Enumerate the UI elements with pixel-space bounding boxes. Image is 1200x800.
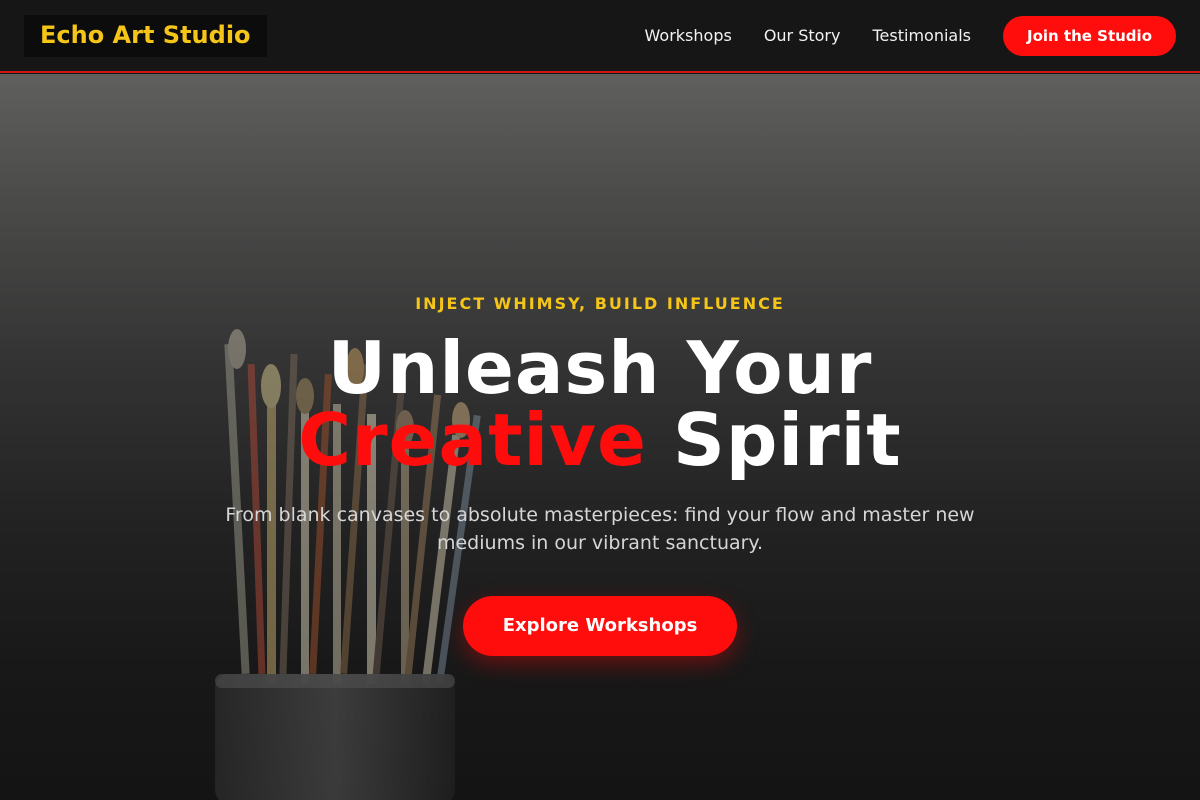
hero-section: INJECT WHIMSY, BUILD INFLUENCE Unleash Y… xyxy=(0,74,1200,800)
site-header: Echo Art Studio Workshops Our Story Test… xyxy=(0,0,1200,73)
brand-logo[interactable]: Echo Art Studio xyxy=(24,14,267,57)
nav-link-our-story[interactable]: Our Story xyxy=(764,26,841,45)
hero-eyebrow: INJECT WHIMSY, BUILD INFLUENCE xyxy=(415,294,785,313)
main-nav: Workshops Our Story Testimonials Join th… xyxy=(613,15,1176,56)
join-studio-button[interactable]: Join the Studio xyxy=(1002,15,1176,56)
nav-link-workshops[interactable]: Workshops xyxy=(645,26,732,45)
hero-headline: Unleash Your Creative Spirit xyxy=(0,332,1200,476)
explore-workshops-button[interactable]: Explore Workshops xyxy=(463,596,737,656)
headline-accent-word: Creative xyxy=(298,398,647,482)
nav-link-testimonials[interactable]: Testimonials xyxy=(872,26,971,45)
headline-rest-word: Spirit xyxy=(673,398,902,482)
hero-subtext: From blank canvases to absolute masterpi… xyxy=(225,504,975,554)
